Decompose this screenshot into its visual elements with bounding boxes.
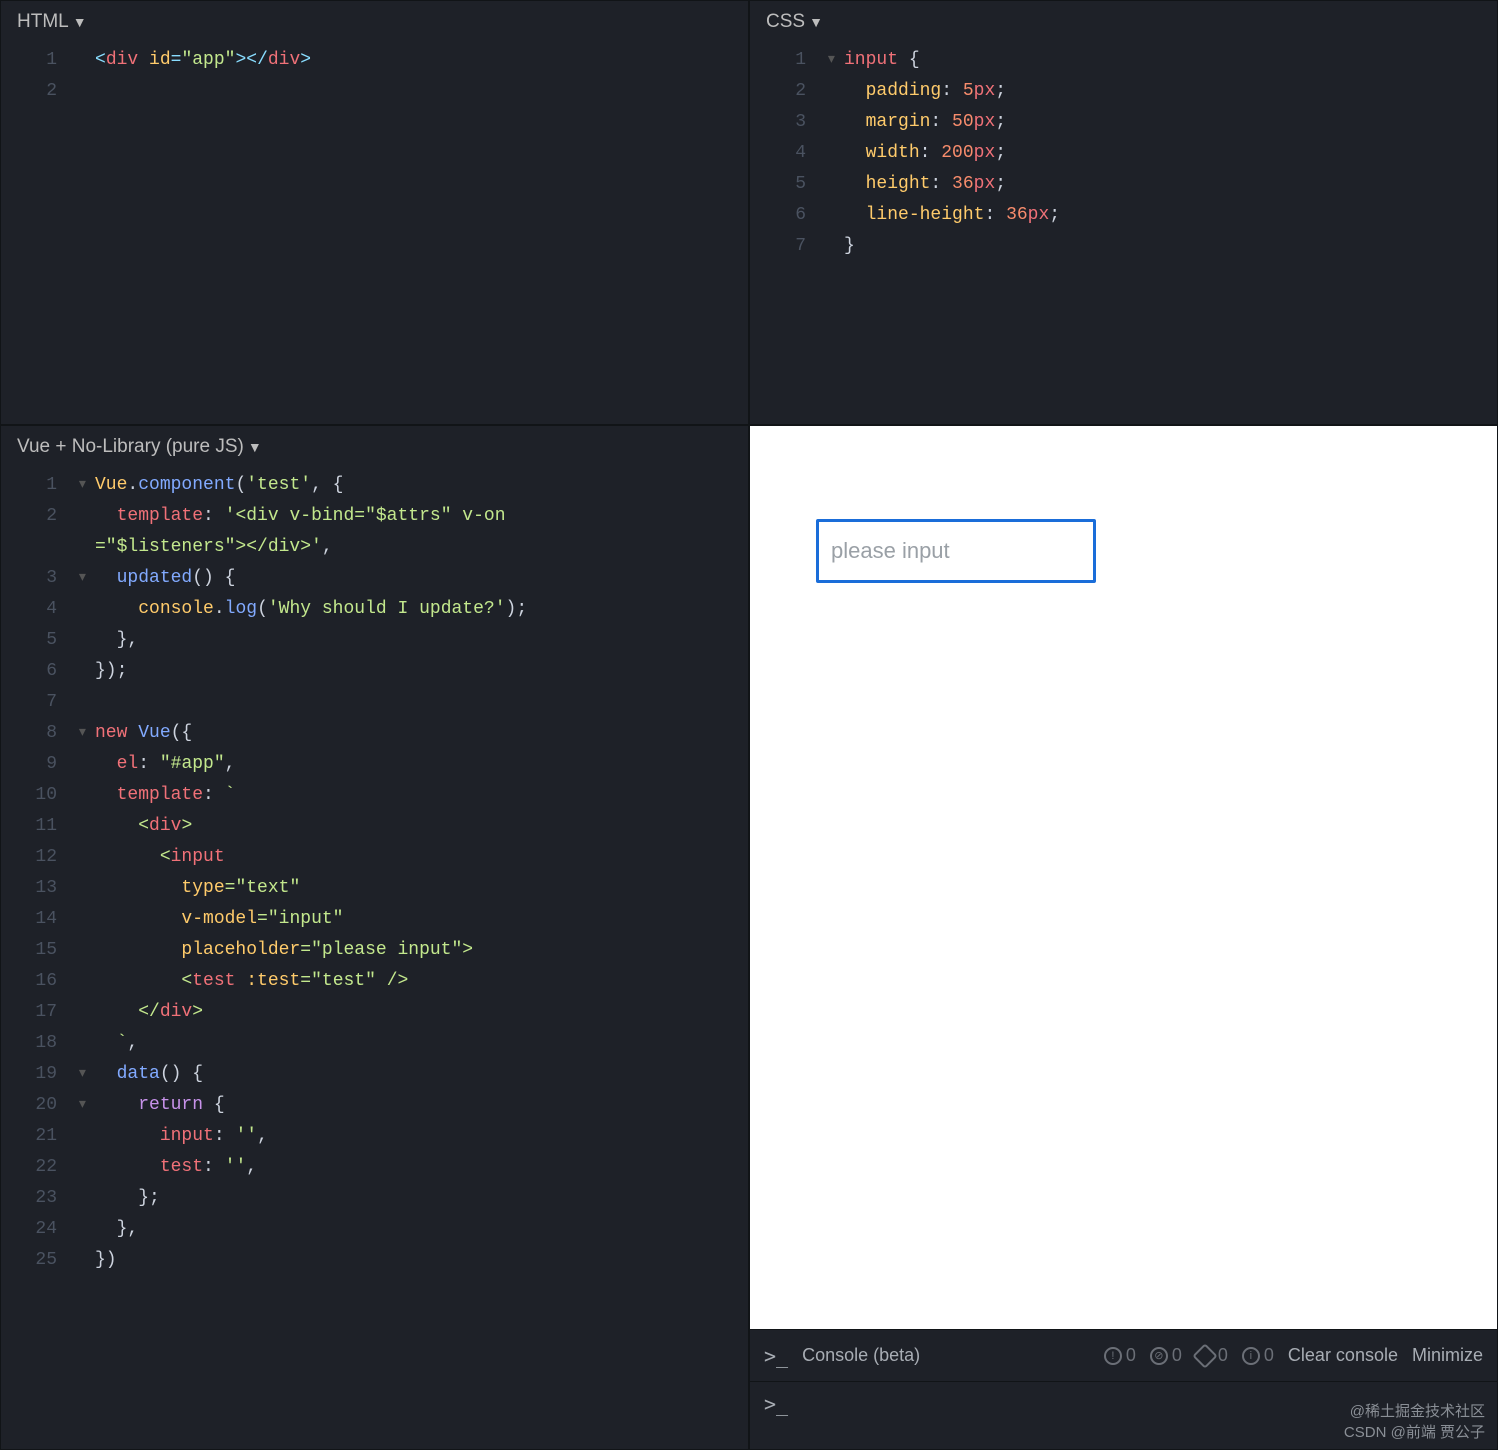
- preview-pane: >_ Console (beta) !0 ⊘0 0 i0 Clear conso…: [749, 425, 1498, 1450]
- html-editor[interactable]: 1<div id="app"></div> 2: [1, 41, 748, 119]
- html-label: HTML: [17, 11, 69, 33]
- warn-icon: [1192, 1343, 1217, 1368]
- console-info-counter[interactable]: i0: [1242, 1345, 1274, 1366]
- html-pane: HTML ▼ 1<div id="app"></div> 2: [0, 0, 749, 425]
- console-label[interactable]: Console (beta): [802, 1345, 920, 1366]
- error-icon: !: [1104, 1347, 1122, 1365]
- chevron-down-icon: ▼: [73, 14, 87, 30]
- css-label: CSS: [766, 11, 805, 33]
- chevron-down-icon: ▼: [248, 439, 262, 455]
- console-warn-counter[interactable]: 0: [1196, 1345, 1228, 1366]
- js-editor[interactable]: 1▾Vue.component('test', { 2 template: '<…: [1, 466, 748, 1288]
- css-header[interactable]: CSS ▼: [750, 1, 1497, 41]
- css-pane: CSS ▼ 1▾input { 2 padding: 5px; 3 margin…: [749, 0, 1498, 425]
- console-bar: >_ Console (beta) !0 ⊘0 0 i0 Clear conso…: [750, 1329, 1497, 1381]
- slash-icon: ⊘: [1150, 1347, 1168, 1365]
- minimize-button[interactable]: Minimize: [1412, 1345, 1483, 1366]
- css-editor[interactable]: 1▾input { 2 padding: 5px; 3 margin: 50px…: [750, 41, 1497, 274]
- preview-input[interactable]: [816, 519, 1096, 583]
- chevron-down-icon: ▼: [809, 14, 823, 30]
- console-log-counter[interactable]: ⊘0: [1150, 1345, 1182, 1366]
- js-label: Vue + No-Library (pure JS): [17, 436, 244, 458]
- html-header[interactable]: HTML ▼: [1, 1, 748, 41]
- console-error-counter[interactable]: !0: [1104, 1345, 1136, 1366]
- js-pane: Vue + No-Library (pure JS) ▼ 1▾Vue.compo…: [0, 425, 749, 1450]
- info-icon: i: [1242, 1347, 1260, 1365]
- watermark: @稀土掘金技术社区 CSDN @前端 贾公子: [1344, 1401, 1485, 1443]
- clear-console-button[interactable]: Clear console: [1288, 1345, 1398, 1366]
- js-header[interactable]: Vue + No-Library (pure JS) ▼: [1, 426, 748, 466]
- console-prompt-icon: >_: [764, 1344, 788, 1368]
- console-input-prompt-icon: >_: [764, 1392, 788, 1416]
